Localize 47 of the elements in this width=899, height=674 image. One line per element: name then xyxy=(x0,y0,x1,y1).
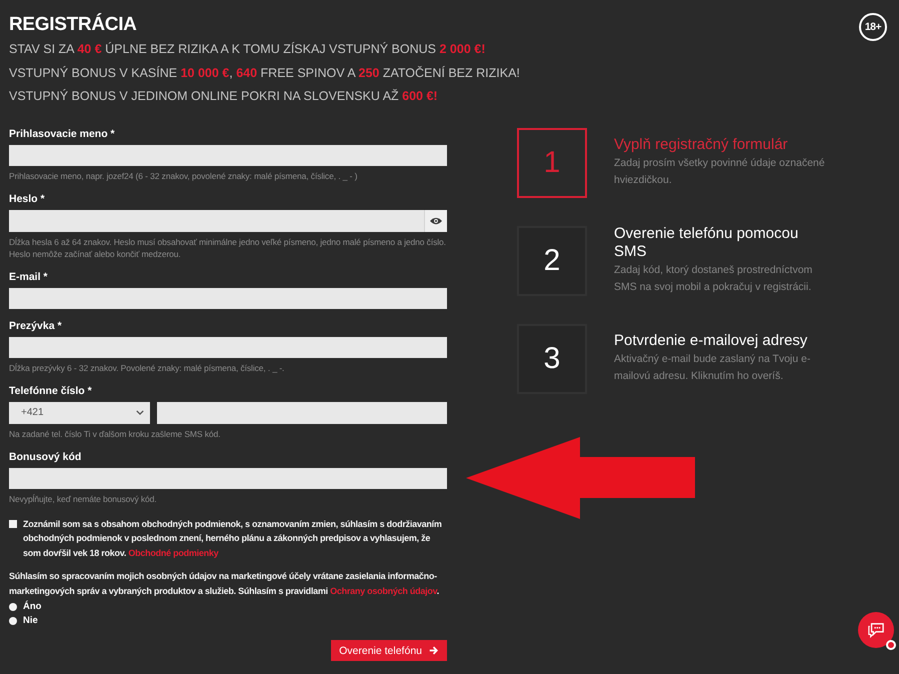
radio-option[interactable]: Nie xyxy=(9,614,38,628)
show-password-button[interactable] xyxy=(424,210,447,232)
field-hint: Dĺžka prezývky 6 - 32 znakov. Povolené znaky: malé písmena, číslice, . _ -. xyxy=(9,362,286,374)
consent-text: Súhlasím so spracovaním mojich osobných údajov na marketingové účely vrátane zasielania informačno-marketingových správ a vybraných produktov a služieb. Súhlasím s pravidlami Ochrany osobných údajov. xyxy=(9,570,440,598)
field-hint: Na zadané tel. číslo Ti v ďalšom kroku zašleme SMS kód. xyxy=(9,428,222,440)
terms-text: Zoznámil som sa s obsahom obchodných podmienok, s oznamovaním zmien, súhlasím s dodržiavaním obchodných podmienok v poslednom znení, herného plánu a zákonných predpisov a vyhlasujem, že som dovŕšil vek 18 rokov. Obchodné podmienky xyxy=(23,518,443,560)
step-title: Vyplň registračný formulár xyxy=(614,136,789,154)
step-number: 3 xyxy=(517,324,587,394)
field-label: Prihlasovacie meno * xyxy=(9,126,116,140)
chat-bubble-icon xyxy=(867,622,885,638)
country-code-select[interactable]: +421 xyxy=(9,402,150,424)
input-field[interactable] xyxy=(9,144,447,166)
step-number: 1 xyxy=(517,128,587,198)
field-label: Heslo * xyxy=(9,192,46,206)
step-title: Potvrdenie e-mailovej adresy xyxy=(614,332,808,350)
phone-number-field[interactable] xyxy=(157,402,447,424)
arrow-right-icon xyxy=(429,646,438,655)
radio-option[interactable]: Áno xyxy=(9,600,42,614)
chevron-down-icon xyxy=(136,410,144,415)
input-field[interactable] xyxy=(9,336,447,358)
age-restriction-badge: 18+ xyxy=(859,13,887,41)
step-description: Zadaj prosím všetky povinné údaje označené hviezdičkou. xyxy=(614,156,826,188)
chat-button[interactable] xyxy=(858,612,894,648)
step-description: Zadaj kód, ktorý dostaneš prostredníctvom SMS na svoj mobil a pokračuj v registrácii. xyxy=(614,262,814,295)
promo-text: VSTUPNÝ BONUS V JEDINOM ONLINE POKRI NA SLOVENSKU AŽ 600 €! xyxy=(9,88,439,105)
step-number: 2 xyxy=(517,226,587,296)
field-hint: Nevypĺňujte, keď nemáte bonusový kód. xyxy=(9,492,158,504)
input-field[interactable] xyxy=(9,288,447,308)
field-label: Prezývka * xyxy=(9,318,63,332)
eye-icon xyxy=(430,216,442,224)
step-description: Aktivačný e-mail bude zaslaný na Tvoju e-mailovú adresu. Kliknutím ho overíš. xyxy=(614,352,812,384)
field-hint: Dĺžka hesla 6 až 64 znakov. Heslo musí obsahovať minimálne jedno veľké písmeno, jedno malé písmeno a jedno číslo. Heslo nemôže začínať alebo končiť medzerou. xyxy=(9,236,447,260)
field-label: Telefónne číslo * xyxy=(9,384,93,398)
terms-link[interactable]: Obchodné podmienky xyxy=(128,548,218,558)
step-title: Overenie telefónu pomocou SMS xyxy=(614,224,800,260)
checkbox[interactable] xyxy=(9,520,17,528)
field-label: Bonusový kód xyxy=(9,450,82,464)
page-title: REGISTRÁCIA xyxy=(9,12,138,37)
status-dot-icon xyxy=(886,640,896,650)
promo-text: STAV SI ZA 40 € ÚPLNE BEZ RIZIKA A K TOMU ZÍSKAJ VSTUPNÝ BONUS 2 000 €! xyxy=(9,41,486,58)
password-field[interactable] xyxy=(9,210,424,232)
verify-phone-button[interactable]: Overenie telefónu xyxy=(331,640,447,661)
privacy-policy-link[interactable]: Ochrany osobných údajov xyxy=(330,586,437,596)
field-label: E-mail * xyxy=(9,270,49,284)
promo-text: VSTUPNÝ BONUS V KASÍNE 10 000 €, 640 FREE SPINOV A 250 ZATOČENÍ BEZ RIZIKA! xyxy=(9,64,520,82)
field-hint: Prihlasovacie meno, napr. jozef24 (6 - 32 znakov, povolené znaky: malé písmena, číslice, . _ - ) xyxy=(9,170,358,182)
input-field[interactable] xyxy=(9,468,447,488)
